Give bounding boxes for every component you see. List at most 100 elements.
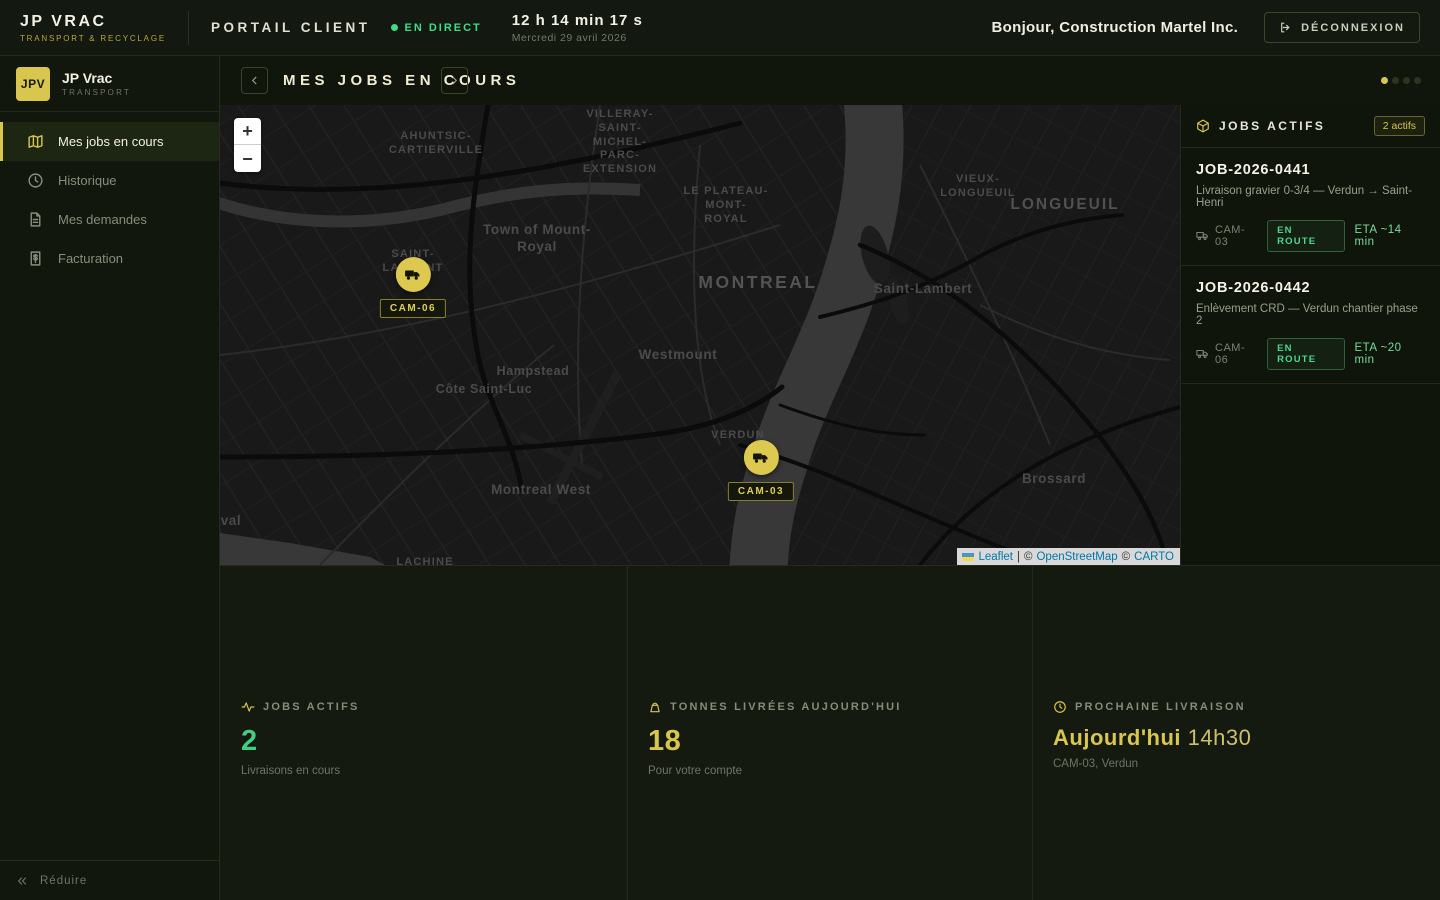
job-truck-id: CAM-06 — [1215, 342, 1258, 366]
truck-icon — [395, 257, 430, 292]
logout-icon — [1279, 21, 1292, 34]
invoice-icon — [27, 250, 44, 267]
job-id: JOB-2026-0442 — [1196, 280, 1425, 296]
previous-view-button[interactable] — [241, 67, 268, 94]
stat-card-tonnes-livrees: TONNES LIVRÉES AUJOURD'HUI 18 Pour votre… — [648, 700, 1028, 777]
next-view-button[interactable] — [441, 67, 468, 94]
map-attribution: Leaflet | © OpenStreetMap © CARTO — [957, 548, 1180, 565]
page-dot[interactable] — [1392, 77, 1399, 84]
page-dot[interactable] — [1403, 77, 1410, 84]
logo-name: JP Vrac — [62, 70, 131, 86]
job-id: JOB-2026-0441 — [1196, 162, 1425, 178]
sidebar: JPV JP Vrac TRANSPORT Mes jobs en cours … — [0, 56, 220, 900]
session-clock: 12 h 14 min 17 s Mercredi 29 avril 2026 — [512, 12, 643, 44]
top-header: JP VRAC TRANSPORT & RECYCLAGE PORTAIL CL… — [0, 0, 1440, 56]
page-dots — [1381, 77, 1421, 84]
truck-marker-cam-06[interactable]: CAM-06 — [380, 257, 446, 318]
leaflet-link[interactable]: Leaflet — [978, 551, 1013, 563]
active-jobs-panel: JOBS ACTIFS 2 actifs JOB-2026-0441 Livra… — [1180, 105, 1440, 565]
stat-card-prochaine-livraison: PROCHAINE LIVRAISON Aujourd'hui 14h30 CA… — [1053, 700, 1433, 770]
sidebar-item-label: Facturation — [58, 251, 123, 266]
stat-value: 18 — [648, 725, 1028, 758]
next-delivery-day: Aujourd'hui — [1053, 725, 1181, 750]
page-dot[interactable] — [1414, 77, 1421, 84]
stat-subtext: CAM-03, Verdun — [1053, 758, 1433, 770]
ukraine-flag-icon — [962, 553, 974, 561]
status-badge: EN ROUTE — [1267, 338, 1345, 370]
chevron-left-icon — [249, 75, 260, 86]
jobs-panel-header: JOBS ACTIFS 2 actifs — [1181, 105, 1440, 148]
map-icon — [27, 133, 44, 150]
package-icon — [1196, 119, 1210, 133]
stat-value: Aujourd'hui 14h30 — [1053, 725, 1433, 751]
current-date: Mercredi 29 avril 2026 — [512, 32, 643, 44]
sidebar-item-label: Mes jobs en cours — [58, 134, 164, 149]
truck-icon — [743, 440, 778, 475]
job-card[interactable]: JOB-2026-0441 Livraison gravier 0-3/4 — … — [1181, 148, 1440, 266]
live-indicator: EN DIRECT — [391, 22, 482, 34]
portal-label: PORTAIL CLIENT — [211, 20, 371, 35]
truck-icon — [1196, 229, 1210, 243]
map-tiles — [220, 105, 1180, 565]
job-truck-id: CAM-03 — [1215, 224, 1258, 248]
truck-marker-cam-03[interactable]: CAM-03 — [728, 440, 794, 501]
job-eta: ETA ~20 min — [1355, 342, 1426, 366]
stat-label: JOBS ACTIFS — [263, 701, 360, 713]
chevron-right-icon — [449, 75, 460, 86]
copyright-symbol: © — [1122, 551, 1130, 563]
user-greeting: Bonjour, Construction Martel Inc. — [992, 19, 1239, 36]
job-card[interactable]: JOB-2026-0442 Enlèvement CRD — Verdun ch… — [1181, 266, 1440, 384]
logout-button[interactable]: DÉCONNEXION — [1264, 12, 1420, 43]
sidebar-item-historique[interactable]: Historique — [0, 161, 219, 200]
zoom-out-button[interactable]: − — [234, 145, 261, 172]
stats-divider — [1032, 566, 1033, 900]
live-dot-icon — [391, 24, 398, 31]
view-titlebar: MES JOBS EN COURS — [220, 56, 1440, 105]
sidebar-item-mes-demandes[interactable]: Mes demandes — [0, 200, 219, 239]
collapse-label: Réduire — [40, 875, 87, 887]
brand-name: JP VRAC — [20, 13, 188, 31]
next-delivery-time: 14h30 — [1188, 725, 1252, 750]
logo-subtitle: TRANSPORT — [62, 88, 131, 97]
page-title: MES JOBS EN COURS — [283, 72, 520, 89]
clock-icon — [1053, 700, 1067, 714]
sidebar-item-facturation[interactable]: Facturation — [0, 239, 219, 278]
truck-icon — [1196, 347, 1210, 361]
logout-label: DÉCONNEXION — [1301, 22, 1405, 34]
header-divider — [188, 11, 189, 45]
status-badge: EN ROUTE — [1267, 220, 1345, 252]
clock-icon — [27, 172, 44, 189]
brand-block: JP VRAC TRANSPORT & RECYCLAGE — [0, 13, 188, 43]
document-icon — [27, 211, 44, 228]
sidebar-item-mes-jobs-en-cours[interactable]: Mes jobs en cours — [0, 122, 219, 161]
activity-icon — [241, 700, 255, 714]
brand-tagline: TRANSPORT & RECYCLAGE — [20, 34, 188, 43]
stats-section: JOBS ACTIFS 2 Livraisons en cours TONNES… — [220, 565, 1440, 900]
openstreetmap-link[interactable]: OpenStreetMap — [1036, 551, 1117, 563]
map-zoom-control: + − — [234, 118, 261, 172]
copyright-symbol: © — [1024, 551, 1032, 563]
carto-link[interactable]: CARTO — [1134, 551, 1174, 563]
stat-value: 2 — [241, 725, 621, 758]
sidebar-logo: JPV JP Vrac TRANSPORT — [0, 56, 219, 112]
jobs-panel-title: JOBS ACTIFS — [1219, 119, 1325, 133]
live-map[interactable]: AHUNTSIC- CARTIERVILLE VILLERAY- SAINT- … — [220, 105, 1180, 565]
logo-badge: JPV — [16, 67, 50, 101]
sidebar-nav: Mes jobs en cours Historique Mes demande… — [0, 122, 219, 278]
session-timer: 12 h 14 min 17 s — [512, 12, 643, 29]
zoom-in-button[interactable]: + — [234, 118, 261, 145]
active-jobs-count-badge: 2 actifs — [1374, 116, 1425, 136]
truck-marker-label: CAM-06 — [380, 299, 446, 318]
stat-label: TONNES LIVRÉES AUJOURD'HUI — [670, 701, 902, 713]
sidebar-item-label: Historique — [58, 173, 117, 188]
stat-subtext: Livraisons en cours — [241, 765, 621, 777]
job-description: Enlèvement CRD — Verdun chantier phase 2 — [1196, 303, 1425, 327]
page-dot[interactable] — [1381, 77, 1388, 84]
double-chevron-left-icon — [16, 875, 28, 887]
stat-subtext: Pour votre compte — [648, 765, 1028, 777]
job-description: Livraison gravier 0-3/4 — Verdun → Saint… — [1196, 185, 1425, 209]
live-label: EN DIRECT — [405, 22, 482, 34]
sidebar-collapse-button[interactable]: Réduire — [0, 860, 219, 900]
truck-marker-label: CAM-03 — [728, 482, 794, 501]
stat-label: PROCHAINE LIVRAISON — [1075, 701, 1246, 713]
